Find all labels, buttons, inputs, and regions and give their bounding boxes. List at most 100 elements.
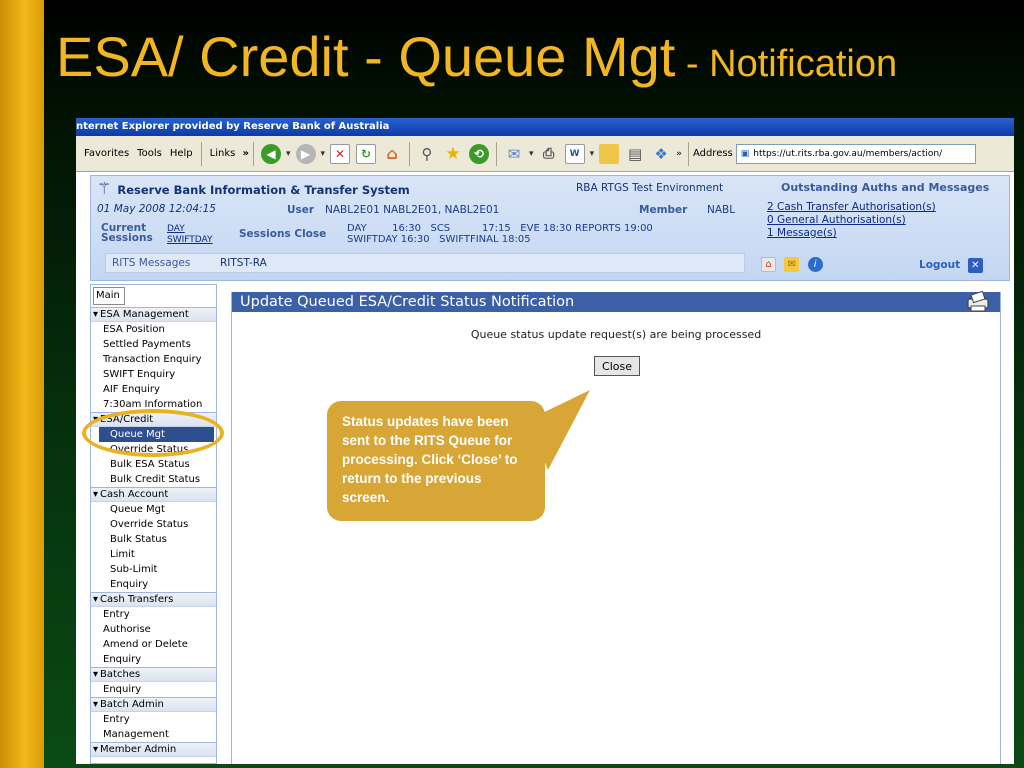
general-auth-link[interactable]: 0 General Authorisation(s) [767,214,906,226]
sidebar-item-enquiry[interactable]: Enquiry [91,682,216,697]
sidebar-section-label: ESA/Credit [100,414,154,425]
toolbar-separator [200,141,202,166]
slide-title-main: ESA/ Credit - Queue Mgt [56,25,676,88]
toolbar-separator [409,141,411,166]
rits-messages-value: RITST-RA [220,257,267,269]
stop-icon[interactable]: ✕ [330,143,351,164]
sidebar-item-authorise[interactable]: Authorise [91,622,216,637]
links-menu[interactable]: Links » [206,148,249,159]
content-panel: Update Queued ESA/Credit Status Notifica… [231,291,1001,764]
home-icon[interactable]: ⌂ [761,257,776,272]
sidebar-item-transaction-enquiry[interactable]: Transaction Enquiry [91,352,216,367]
sidebar-item-entry[interactable]: Entry [91,712,216,727]
sidebar-section-cash-account[interactable]: ▾ Cash Account [91,487,216,502]
sidebar-item-7-30am-information[interactable]: 7:30am Information [91,397,216,412]
slide-title-sub: - Notification [675,43,898,85]
rits-system-title: ⚚ Reserve Bank Information & Transfer Sys… [97,179,410,198]
content-title: Update Queued ESA/Credit Status Notifica… [240,294,575,310]
sidebar-item-bulk-esa-status[interactable]: Bulk ESA Status [91,457,216,472]
slide-left-bar [0,0,44,768]
logout-link[interactable]: Logout ✕ [919,258,988,273]
refresh-icon[interactable]: ↻ [356,143,377,164]
print-icon[interactable]: ⎙ [539,144,559,164]
favorites-menu[interactable]: Favorites [80,148,133,159]
toolbar-separator [687,141,689,166]
address-url: https://ut.rits.rba.gov.au/members/actio… [753,148,943,159]
toolbar-separator [252,141,254,166]
chevron-down-icon: ▾ [93,414,99,425]
chevron-down-icon: ▾ [93,594,99,605]
mail-icon[interactable]: ✉ [784,257,800,272]
sidebar-item-entry[interactable]: Entry [91,607,216,622]
sidebar-item-enquiry[interactable]: Enquiry [91,652,216,667]
sidebar-item-override-status[interactable]: Override Status [91,517,216,532]
sidebar-item-esa-position[interactable]: ESA Position [91,322,216,337]
history-icon[interactable]: ⟲ [469,143,490,164]
session-day-link[interactable]: DAY [167,224,185,234]
address-bar[interactable]: ▣ https://ut.rits.rba.gov.au/members/act… [735,143,976,164]
sidebar-section-label: Batches [100,669,141,680]
browser-window: nternet Explorer provided by Reserve Ban… [76,118,1014,764]
instruction-callout: Status updates have been sent to the RIT… [327,401,545,521]
forward-icon[interactable]: ▶ [295,143,316,164]
chevron-down-icon: ▾ [93,744,99,755]
sidebar-item-queue-mgt[interactable]: Queue Mgt [99,427,214,442]
member-value: NABL [707,204,736,216]
logout-close-icon[interactable]: ✕ [967,258,983,273]
sidebar-section-esa-management[interactable]: ▾ ESA Management [91,307,216,322]
sidebar-item-amend-or-delete[interactable]: Amend or Delete [91,637,216,652]
sidebar-section-batch-admin[interactable]: ▾ Batch Admin [91,697,216,712]
folder-icon[interactable] [599,143,620,164]
sidebar-section-label: ESA Management [100,309,189,320]
sidebar-item-queue-mgt[interactable]: Queue Mgt [91,502,216,517]
toolbar-overflow-icon[interactable]: » [676,149,682,159]
tab-main[interactable]: Main [93,287,125,305]
sidebar-item-swift-enquiry[interactable]: SWIFT Enquiry [91,367,216,382]
sidebar-item-settled-payments[interactable]: Settled Payments [91,337,216,352]
sidebar-item-enquiry[interactable]: Enquiry [91,577,216,592]
sidebar-section-label: Cash Account [100,489,169,500]
sidebar-item-limit[interactable]: Limit [91,547,216,562]
mail-icon[interactable]: ✉ [504,144,524,164]
sidebar-section-cash-transfers[interactable]: ▾ Cash Transfers [91,592,216,607]
sidebar-item-sub-limit[interactable]: Sub-Limit [91,562,216,577]
messages-link[interactable]: 1 Message(s) [767,227,837,239]
sidebar-item-override-status[interactable]: Override Status [91,442,216,457]
content-header: Update Queued ESA/Credit Status Notifica… [232,291,1000,313]
back-icon[interactable]: ◀ [260,143,281,164]
sidebar-item-aif-enquiry[interactable]: AIF Enquiry [91,382,216,397]
rba-logo-icon: ⚚ [97,179,112,198]
print-icon[interactable] [964,291,992,313]
tools-menu[interactable]: Tools [133,148,166,159]
sidebar-section-batches[interactable]: ▾ Batches [91,667,216,682]
slide-title: ESA/ Credit - Queue Mgt - Notification [56,24,1016,89]
messenger-icon[interactable]: ❖ [651,144,671,164]
search-icon[interactable]: ⚲ [417,144,437,164]
user-label: User [287,204,315,216]
research-icon[interactable]: ▤ [625,144,645,164]
sidebar-item-management[interactable]: Management [91,727,216,742]
toolbar-separator [496,141,498,166]
rits-header: ⚚ Reserve Bank Information & Transfer Sys… [90,175,1010,281]
sidebar-item-bulk-credit-status[interactable]: Bulk Credit Status [91,472,216,487]
sessions-close-line2: SWIFTDAY 16:30 SWIFTFINAL 18:05 [347,234,531,245]
cash-transfer-auth-link[interactable]: 2 Cash Transfer Authorisation(s) [767,201,936,213]
session-swiftday-link[interactable]: SWIFTDAY [167,235,213,245]
sidebar-section-esa-credit[interactable]: ▾ ESA/Credit [91,412,216,427]
sidebar-section-label: Member Admin [100,744,177,755]
sidebar-section-member-admin[interactable]: ▾ Member Admin [91,742,216,757]
favorites-star-icon[interactable]: ★ [443,144,463,164]
chevron-down-icon: ▾ [93,309,99,320]
datetime: 01 May 2008 12:04:15 [97,203,216,215]
sidebar: Main ▾ ESA Management ESA Position Settled … [90,284,217,764]
sidebar-item-bulk-status[interactable]: Bulk Status [91,532,216,547]
browser-title-bar: nternet Explorer provided by Reserve Ban… [76,118,1014,136]
sessions-close-label: Sessions Close [239,228,327,240]
close-button[interactable]: Close [594,356,640,376]
help-menu[interactable]: Help [166,148,197,159]
status-message: Queue status update request(s) are being… [470,328,762,341]
edit-icon[interactable]: W [564,143,585,164]
ie-page-icon: ▣ [740,148,750,159]
home-icon[interactable]: ⌂ [382,144,402,164]
info-icon[interactable]: i [807,257,823,272]
